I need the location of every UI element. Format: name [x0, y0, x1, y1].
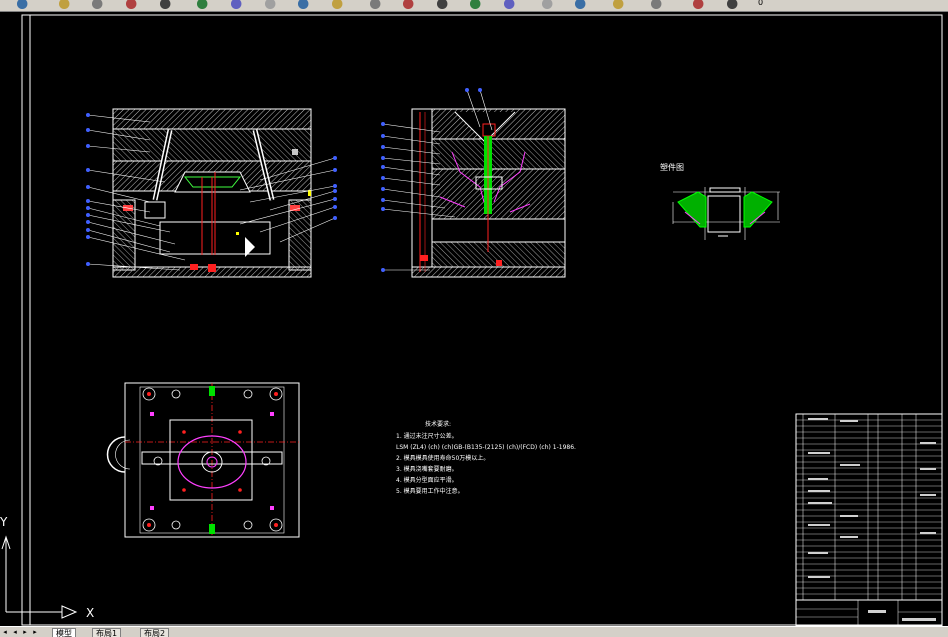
copy-icon[interactable] — [16, 0, 30, 9]
zoom-window-icon[interactable] — [197, 0, 211, 9]
layout-tab-bar: ◂ ◂ ▸ ▸ 模型 布局1 布局2 — [0, 626, 948, 637]
plan-view[interactable] — [106, 382, 301, 538]
note-line: 1. 通过未注尺寸公差。 — [396, 432, 458, 440]
standard-toolbar: 0 — [0, 0, 948, 12]
note-line: 4. 模具分型面应平滑。 — [396, 476, 458, 484]
front-section-view[interactable] — [112, 108, 312, 278]
title-block — [795, 599, 943, 626]
parts-list-table — [795, 413, 943, 601]
part-view-label: 塑件图 — [660, 162, 684, 172]
technical-notes: 技术要求: 1. 通过未注尺寸公差。 LSM (ZL4) (ch) (ch)GB… — [396, 420, 576, 495]
help-icon[interactable] — [613, 0, 627, 9]
ucs-icon: Y X — [0, 515, 94, 620]
match-properties-icon[interactable] — [92, 0, 106, 9]
properties-icon[interactable] — [436, 0, 450, 9]
part-drawing[interactable]: 塑件图 — [660, 162, 780, 240]
design-center-icon[interactable] — [470, 0, 484, 9]
drawing-viewport[interactable]: 塑件图 技术要求: 1. 通过未注尺寸公差。 LSM (ZL4) (ch) (c… — [0, 12, 948, 626]
tool-palettes-icon[interactable] — [504, 0, 517, 9]
note-line: LSM (ZL4) (ch) (ch)GB-(B135-(2125) (ch)/… — [396, 444, 576, 451]
drawing-frame — [21, 14, 943, 626]
undo-icon[interactable] — [298, 0, 312, 9]
layer-icon[interactable] — [126, 0, 139, 9]
bulb-icon[interactable] — [693, 0, 706, 9]
zoom-realtime-icon[interactable] — [159, 0, 173, 9]
side-section-view[interactable] — [411, 108, 566, 278]
lock-icon[interactable] — [726, 0, 740, 9]
note-line: 3. 模具浇嘴套要耐磨。 — [396, 465, 458, 473]
ucs-y-label: Y — [0, 515, 8, 529]
note-line: 5. 模具要用工作中注意。 — [396, 487, 464, 495]
redo-icon[interactable] — [331, 0, 345, 9]
calculator-icon[interactable] — [575, 0, 589, 9]
pan-icon[interactable] — [264, 0, 278, 9]
ucs-x-label: X — [86, 606, 94, 620]
zoom-in-icon[interactable] — [369, 0, 383, 9]
zoom-previous-icon[interactable] — [231, 0, 244, 9]
sheet-set-icon[interactable] — [541, 0, 555, 9]
layer-value[interactable]: 0 — [758, 0, 763, 7]
zoom-out-icon[interactable] — [403, 0, 417, 9]
note-line: 2. 模具模具使用寿命50万模以上。 — [396, 454, 489, 462]
layers-icon[interactable] — [651, 0, 664, 9]
notes-title: 技术要求: — [425, 420, 451, 428]
paste-icon[interactable] — [58, 0, 72, 9]
